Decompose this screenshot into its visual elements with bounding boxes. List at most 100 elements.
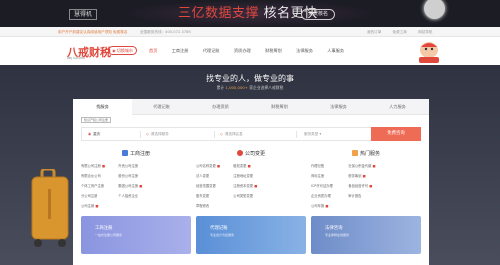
- service-link-label: 公司类型变更: [233, 194, 254, 198]
- tab-qualification[interactable]: 办理资质: [191, 99, 250, 115]
- service-link[interactable]: 税务筹划 ■: [348, 172, 384, 181]
- top-ad-banner[interactable]: 慧得机 三亿数据支撑 核名更快 免费核名: [0, 0, 500, 27]
- banner-decor-circle: [424, 0, 445, 19]
- column-title: 公司变更: [244, 151, 265, 157]
- service-link[interactable]: 公司年报 ■: [311, 202, 347, 211]
- service-link-label: 有限公司注册: [81, 164, 101, 168]
- service-link[interactable]: 公司注销 ■: [81, 202, 117, 211]
- service-link[interactable]: 个体工商户注册: [81, 182, 117, 191]
- district-select[interactable]: ◇ 请选择区县: [220, 128, 243, 141]
- service-link[interactable]: 公司类型变更: [233, 192, 269, 201]
- column-header: 热门服务: [311, 150, 421, 157]
- service-select-value: 请选择服务: [150, 132, 169, 136]
- service-link-label: 章程修改: [196, 204, 210, 208]
- tab-tax-planning[interactable]: 财税筹划: [250, 99, 309, 115]
- site-header: 八戒财税 ZBJ CAISHUI ◉ 切换城市 首页 工商注册 代理记账 资质办…: [0, 37, 500, 65]
- logo-subtext: ZBJ CAISHUI: [67, 56, 86, 60]
- hot-badge: ■: [362, 174, 366, 178]
- service-link[interactable]: 经营范围变更: [196, 182, 232, 191]
- service-link[interactable]: 有限合伙公司: [81, 172, 117, 181]
- service-link[interactable]: 股东变更: [196, 192, 232, 201]
- topbar-link-free[interactable]: 免费工商: [393, 30, 407, 34]
- service-link-label: 个体工商户注册: [81, 184, 105, 188]
- topbar-link-orders[interactable]: 我的订单: [367, 30, 381, 34]
- service-link-label: 代理记账: [311, 164, 325, 168]
- hero-title: 找专业的人，做专业的事: [206, 74, 294, 83]
- nav-item-qualification[interactable]: 资质办理: [234, 48, 251, 53]
- hero-subtitle-suffix: 家企业选择八戒财税: [249, 85, 284, 90]
- column-title: 热门服务: [359, 151, 380, 157]
- service-link[interactable]: 注册地址变更: [233, 172, 269, 181]
- location-pin-icon: ◉: [88, 132, 92, 136]
- service-link[interactable]: 社保公积金代缴 ■: [348, 162, 384, 171]
- nav-item-bookkeeping[interactable]: 代理记账: [203, 48, 220, 53]
- location-pin-icon: ◉: [112, 48, 116, 53]
- service-link-label: 社保公积金代缴: [348, 164, 372, 168]
- service-search-card: 找服务 代理记账 办理资质 财税筹划 法律服务 人力服务 知识产权公司注册 ◉ 重…: [73, 99, 429, 265]
- service-link[interactable]: 商标注册: [311, 172, 347, 181]
- nav-item-home[interactable]: 首页: [149, 48, 157, 53]
- column-header: 工商注册: [81, 150, 191, 157]
- service-subtag[interactable]: 知识产权公司注册: [81, 117, 112, 123]
- service-link[interactable]: ICP许可证办理: [311, 182, 347, 191]
- service-link-label: 有限合伙公司: [81, 174, 101, 178]
- topbar-link-sitemap[interactable]: 网站导航: [418, 30, 432, 34]
- promo-card-bookkeeping[interactable]: 代理记账 专业会计为您服务: [196, 216, 306, 254]
- service-link[interactable]: 股权变更 ■: [233, 162, 269, 171]
- service-link[interactable]: 有限公司注册 ■: [81, 162, 117, 171]
- promo-subtitle: 专业律师在线服务: [325, 233, 350, 237]
- service-link[interactable]: 注册资本变更 ■: [233, 182, 269, 191]
- service-link-label: 股东变更: [196, 194, 210, 198]
- service-link-label: 企业资质办理: [311, 194, 331, 198]
- column-header: 公司变更: [196, 150, 306, 157]
- service-link-label: 个人独资企业: [118, 194, 139, 198]
- service-link[interactable]: 股份公司注册: [118, 172, 154, 181]
- promo-card-registration[interactable]: 工商注册 一站式注册公司服务: [81, 216, 191, 254]
- hot-badge: ■: [325, 204, 329, 208]
- service-link[interactable]: 外资公司注册: [118, 162, 154, 171]
- site-logo[interactable]: 八戒财税 ZBJ CAISHUI: [67, 44, 111, 60]
- banner-button[interactable]: 免费核名: [301, 9, 335, 20]
- service-link[interactable]: 集团公司注册 ■: [118, 182, 154, 191]
- nav-item-legal[interactable]: 法律服务: [296, 48, 313, 53]
- hot-badge: ■: [139, 184, 143, 188]
- service-link[interactable]: 审计报告: [348, 192, 384, 201]
- type-select[interactable]: 服务类型 ▾: [304, 128, 321, 141]
- tab-hr[interactable]: 人力服务: [368, 99, 427, 115]
- hot-badge: ■: [95, 204, 99, 208]
- top-info-bar: 用户开户前建议认真阅读用户须知 免费核名 全国服务热线：400-072-3786…: [0, 27, 500, 37]
- service-link-label: 公司注销: [81, 204, 95, 208]
- service-icon: ◇: [146, 132, 149, 136]
- hot-badge: ■: [254, 184, 258, 188]
- service-search-bar: ◉ 重庆 ◇ 请选择服务 ◇ 请选择区县 服务类型 ▾ 免费咨询: [81, 127, 421, 141]
- hot-badge: ■: [101, 164, 105, 168]
- tab-bookkeeping[interactable]: 代理记账: [132, 99, 191, 115]
- service-link[interactable]: 公司名称变更 ■: [196, 162, 232, 171]
- free-consult-button[interactable]: 免费咨询: [371, 127, 421, 141]
- city-switch-button[interactable]: ◉ 切换城市: [108, 46, 137, 55]
- tab-find-service[interactable]: 找服务: [73, 99, 132, 115]
- service-link[interactable]: 企业资质办理: [311, 192, 347, 201]
- city-select[interactable]: ◉ 重庆: [88, 128, 100, 141]
- nav-item-tax-planning[interactable]: 财税筹划: [265, 48, 282, 53]
- service-link[interactable]: 食品经营许可 ■: [348, 182, 384, 191]
- chevron-down-icon: ▾: [319, 132, 322, 136]
- service-link[interactable]: 法人变更: [196, 172, 232, 181]
- topbar-notice[interactable]: 用户开户前建议认真阅读用户须知 免费核名: [58, 27, 127, 37]
- service-link[interactable]: 分公司注册: [81, 192, 117, 201]
- banner-headline: 三亿数据支撑 核名更快: [178, 6, 318, 21]
- column-links: 有限公司注册 ■ 外资公司注册 有限合伙公司 股份公司注册 个体工商户注册 集团…: [81, 162, 191, 212]
- service-select[interactable]: ◇ 请选择服务: [146, 128, 169, 141]
- nav-item-registration[interactable]: 工商注册: [172, 48, 189, 53]
- promo-card-legal[interactable]: 法律咨询 专业律师在线服务: [311, 216, 421, 254]
- service-link[interactable]: 代理记账: [311, 162, 347, 171]
- service-link[interactable]: 章程修改: [196, 202, 232, 211]
- refresh-icon: [236, 150, 243, 156]
- hot-badge: ■: [372, 164, 376, 168]
- nav-item-hr[interactable]: 人事服务: [327, 48, 344, 53]
- suitcase-illustration: [31, 169, 69, 247]
- service-link-label: 公司年报: [311, 204, 325, 208]
- service-link[interactable]: 个人独资企业: [118, 192, 154, 201]
- tab-legal[interactable]: 法律服务: [309, 99, 368, 115]
- type-select-value: 服务类型: [304, 132, 319, 136]
